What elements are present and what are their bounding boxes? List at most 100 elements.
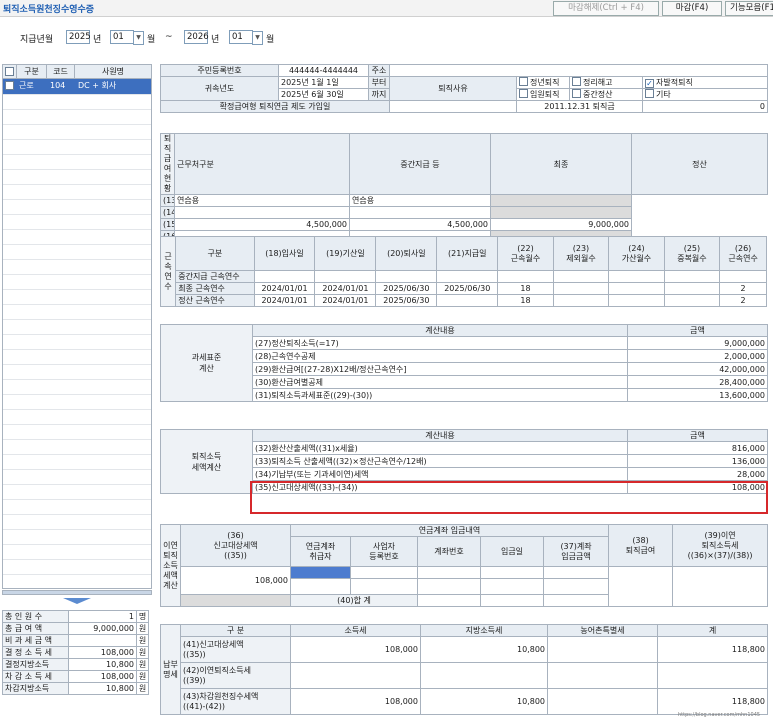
deferral-table: 이연퇴직소득세액계산 (36) 신고대상세액 ((35)) 연금계좌 입금내역 … xyxy=(160,524,769,607)
blank-c xyxy=(417,578,481,595)
rrn-label: 주민등록번호 xyxy=(160,64,279,77)
from-year-input[interactable]: 2025 xyxy=(66,30,91,44)
blank-d xyxy=(480,578,544,595)
mid-value: 연습용 xyxy=(174,194,350,207)
summary-row: 차감지방소득 10,800 원 xyxy=(2,682,149,695)
summary-unit: 원 xyxy=(136,658,149,671)
reason-voluntary[interactable]: ✓ 자발적퇴직 xyxy=(642,76,768,89)
acct-input[interactable] xyxy=(417,566,481,579)
select-all-checkbox[interactable] xyxy=(5,67,14,76)
reason-checkbox-3[interactable] xyxy=(519,89,528,98)
summary-value: 10,800 xyxy=(68,682,137,695)
attr-from-label: 부터 xyxy=(368,76,390,89)
employee-list: 구분 코드 사원명 근로 104 DC + 회사 xyxy=(2,64,152,589)
month-unit-2: 월 xyxy=(266,35,275,45)
summary-unit: 원 xyxy=(136,682,149,695)
blank-e xyxy=(542,578,610,595)
tenure-cell xyxy=(436,294,499,307)
summary-label: 총 급 여 액 xyxy=(2,622,69,635)
pay-income: 108,000 xyxy=(290,688,421,715)
col-settle: 정산 xyxy=(631,133,768,195)
taxbase-col-content: 계산내용 xyxy=(252,324,628,337)
tenure-cell: 2024/01/01 xyxy=(314,282,377,295)
list-item[interactable]: 근로 104 DC + 회사 xyxy=(3,79,151,94)
row-checkbox[interactable] xyxy=(5,81,14,90)
pay-income: 108,000 xyxy=(290,636,421,663)
total-blank-2 xyxy=(480,594,544,607)
tenure-cell xyxy=(608,270,665,283)
collapse-arrow-icon[interactable] xyxy=(63,598,91,604)
row-name: DC + 회사 xyxy=(78,81,117,90)
reason-checkbox-1[interactable] xyxy=(572,77,581,86)
tenure-cell: 2025/06/30 xyxy=(436,282,499,295)
tenure-col-1: (18)입사일 xyxy=(253,236,316,271)
reason-retire[interactable]: 정년퇴직 xyxy=(516,76,570,89)
table-row: (13)근무처명연습용연습용 xyxy=(160,194,768,207)
pay-label: (43)차감원천징수세액 ((41)-(42)) xyxy=(180,688,291,715)
tenure-cell: 2024/01/01 xyxy=(314,294,377,307)
unclose-button[interactable]: 마감해제(Ctrl + F4) xyxy=(553,1,659,16)
pay-rural xyxy=(547,662,658,689)
to-year-input[interactable]: 2026 xyxy=(184,30,209,44)
calc-label: (31)퇴직소득과세표준((29)-(30)) xyxy=(252,388,628,402)
col-38: (38) 퇴직급여 xyxy=(608,524,674,567)
summary-label: 차 감 소 득 세 xyxy=(2,670,69,683)
reason-other[interactable]: 기타 xyxy=(642,88,768,101)
tenure-cell xyxy=(552,282,610,295)
amount-input[interactable] xyxy=(542,566,610,579)
holder-input[interactable] xyxy=(290,566,351,579)
row-type: 근로 xyxy=(19,81,34,90)
from-month-select[interactable]: 01 xyxy=(110,30,134,44)
tenure-cell: 2025/06/30 xyxy=(375,282,438,295)
pay-total: 118,800 xyxy=(657,636,768,663)
biz-input[interactable] xyxy=(350,566,418,579)
reason-checkbox-2[interactable]: ✓ xyxy=(645,79,654,88)
col-biz: 사업자 등록번호 xyxy=(350,536,418,567)
col-holder: 연금계좌 취급자 xyxy=(290,536,351,567)
table-row: (33)퇴직소득 산출세액((32)×정산근속연수/12배) 136,000 xyxy=(161,454,768,468)
calc-value: 13,600,000 xyxy=(627,388,768,402)
date-input[interactable] xyxy=(480,566,544,579)
col-37: (37)계좌 입금금액 xyxy=(542,536,610,567)
pay-local xyxy=(420,662,548,689)
tenure-cell: 최종 근속연수 xyxy=(175,282,255,295)
reason-checkbox-0[interactable] xyxy=(519,77,528,86)
reason-executive[interactable]: 임원퇴직 xyxy=(516,88,570,101)
reason-checkbox-4[interactable] xyxy=(572,89,581,98)
summary-row: 차 감 소 득 세 108,000 원 xyxy=(2,670,149,683)
chevron-down-icon[interactable]: ▼ xyxy=(252,31,263,45)
highlight-box xyxy=(250,481,768,514)
tenure-cell: 정산 근속연수 xyxy=(175,294,255,307)
table-row: (15)퇴직급여4,500,0004,500,0009,000,000 xyxy=(160,218,768,231)
reason-interim[interactable]: 중간정산 xyxy=(569,88,643,101)
close-button[interactable]: 마감(F4) xyxy=(662,1,722,16)
reason-checkbox-5[interactable] xyxy=(645,89,654,98)
col-name: 사원명 xyxy=(101,67,125,76)
summary-unit: 원 xyxy=(136,670,149,683)
calc-value: 9,000,000 xyxy=(627,336,768,350)
splitter-bar[interactable] xyxy=(2,590,152,595)
tax-39 xyxy=(672,566,769,607)
chevron-down-icon[interactable]: ▼ xyxy=(133,31,144,45)
tenure-cell xyxy=(663,294,721,307)
to-month-select[interactable]: 01 xyxy=(229,30,253,44)
blank-a xyxy=(290,578,351,595)
summary-value: 108,000 xyxy=(68,646,137,659)
summary-label: 결 정 소 득 세 xyxy=(2,646,69,659)
work-side-label: 퇴직급여현황 xyxy=(160,133,175,195)
year-unit: 년 xyxy=(93,35,102,45)
list-header: 구분 코드 사원명 xyxy=(3,65,151,79)
calc-value: 2,000,000 xyxy=(627,349,768,363)
col-39: (39)이연 퇴직소득세 ((36)×(37)/(38)) xyxy=(672,524,769,567)
taxbase-col-amount: 금액 xyxy=(627,324,768,337)
functions-button[interactable]: 기능모음(F11 xyxy=(725,1,773,16)
tenure-cell xyxy=(608,282,665,295)
pension-blank xyxy=(389,100,517,113)
tenure-col-3: (20)퇴사일 xyxy=(375,236,438,271)
calc-value: 136,000 xyxy=(627,454,768,468)
col-date: 입금일 xyxy=(480,536,544,567)
taxcalc-col-amount: 금액 xyxy=(627,429,768,442)
reason-layoff[interactable]: 정리해고 xyxy=(569,76,643,89)
mid-value xyxy=(174,206,350,219)
calc-label: (33)퇴직소득 산출세액((32)×정산근속연수/12배) xyxy=(252,454,628,468)
